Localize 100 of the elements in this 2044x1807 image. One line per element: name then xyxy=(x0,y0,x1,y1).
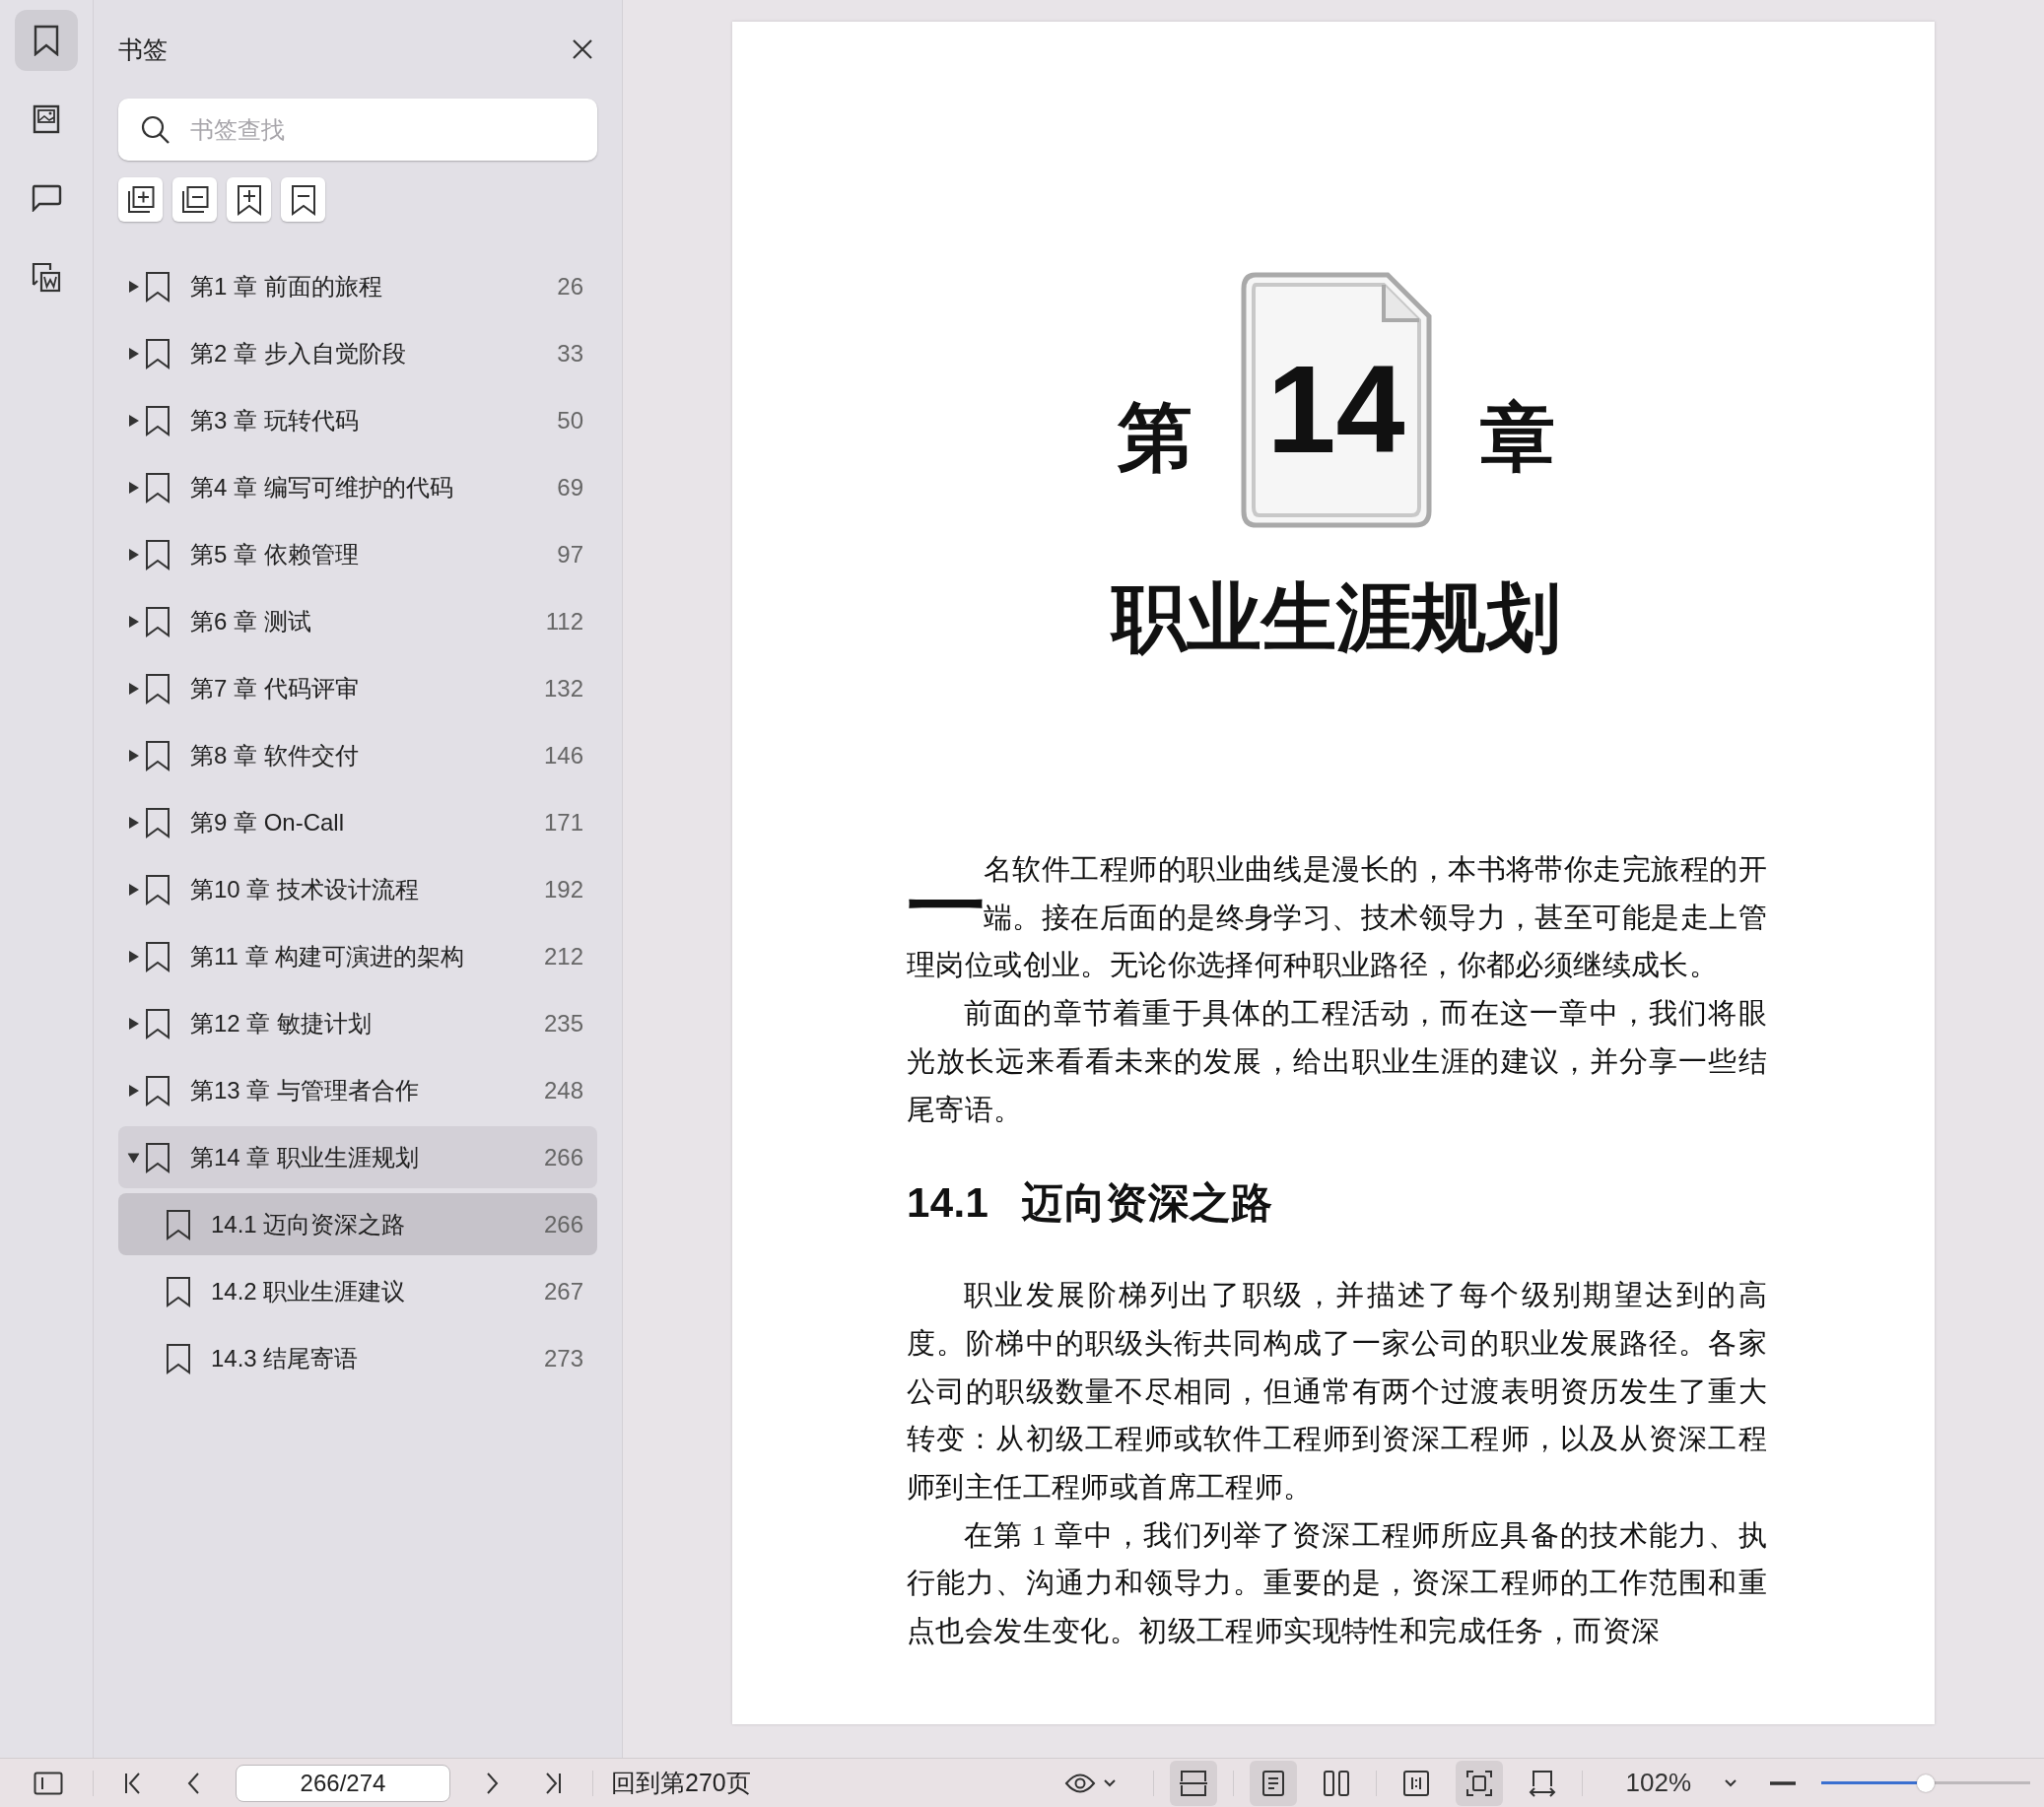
bookmark-label: 14.1 迈向资深之路 xyxy=(211,1209,407,1239)
triangle-icon[interactable] xyxy=(128,414,139,427)
bookmark-item[interactable]: 第13 章 与管理者合作 248 xyxy=(118,1059,597,1121)
search-icon xyxy=(140,114,171,146)
slider-thumb[interactable] xyxy=(1917,1774,1935,1792)
triangle-icon[interactable] xyxy=(128,682,139,695)
body-paragraph: 在第 1 章中，我们列举了资深工程师所应具备的技术能力、执行能力、沟通力和领导力。重要的是，资深工程师的工作范围和重点也会发生变化。初级工程师实现特性和完成任务，而资深 xyxy=(907,1517,1767,1649)
tool-button[interactable] xyxy=(281,177,325,222)
bookmark-label: 第4 章 编写可维护的代码 xyxy=(190,472,454,502)
chapter-label: 章 xyxy=(1479,394,1555,481)
chevron-right-icon xyxy=(486,1771,500,1795)
bookmark-label: 第10 章 技术设计流程 xyxy=(190,874,421,904)
chevron-left-icon xyxy=(186,1771,200,1795)
bookmark-icon xyxy=(145,739,170,771)
triangle-icon[interactable] xyxy=(128,347,139,360)
search-field[interactable]: 书签查找 xyxy=(118,99,597,161)
triangle-icon[interactable] xyxy=(128,548,139,561)
bookmark-label: 第2 章 步入自觉阶段 xyxy=(190,338,407,368)
stack-minus-icon xyxy=(179,184,210,215)
triangle-icon[interactable] xyxy=(128,1084,139,1097)
bookmark-item[interactable]: 第2 章 步入自觉阶段 33 xyxy=(118,322,597,384)
bookmark-item[interactable]: 第7 章 代码评审 132 xyxy=(118,657,597,719)
tool-button[interactable] xyxy=(172,177,217,222)
chapter-title: 职业生涯规划 xyxy=(1109,580,1562,655)
bookmark-label: 第7 章 代码评审 xyxy=(190,673,360,703)
bookmark-item[interactable]: 第1 章 前面的旅程 26 xyxy=(118,255,597,317)
page-number: 235 xyxy=(543,1009,583,1037)
triangle-icon[interactable] xyxy=(128,1017,139,1030)
bookmark-item[interactable]: 14.3 结尾寄语 273 xyxy=(118,1327,597,1389)
bookmark-icon xyxy=(166,1342,191,1374)
stack-plus-icon xyxy=(125,184,156,215)
image-icon xyxy=(33,104,60,134)
tool-button[interactable] xyxy=(227,177,271,222)
sidebar-tab[interactable] xyxy=(15,10,78,71)
two-page-icon xyxy=(1322,1769,1350,1797)
eye-icon xyxy=(1063,1772,1096,1794)
fit-page-icon xyxy=(1465,1769,1493,1797)
split-view-icon xyxy=(1401,1769,1430,1797)
view-button[interactable] xyxy=(1169,1760,1217,1806)
caret-icon xyxy=(1103,1778,1116,1787)
bookmark-item[interactable]: 第3 章 玩转代码 50 xyxy=(118,389,597,451)
triangle-icon[interactable] xyxy=(127,1152,140,1163)
page-number: 266 xyxy=(543,1143,583,1171)
triangle-icon[interactable] xyxy=(128,481,139,494)
bookmark-item[interactable]: 第8 章 软件交付 146 xyxy=(118,724,597,786)
document-icon xyxy=(1239,271,1433,529)
triangle-icon[interactable] xyxy=(128,883,139,896)
comment-icon xyxy=(31,184,62,212)
overlapping-pages-icon xyxy=(31,261,62,293)
page-number: 266 xyxy=(543,1210,583,1238)
bookmark-icon xyxy=(145,605,170,637)
bookmark-label: 第11 章 构建可演进的架构 xyxy=(190,941,466,971)
zoom-dropdown[interactable]: 102% xyxy=(1619,1764,1742,1802)
chapter-label: 第 xyxy=(1117,394,1192,481)
single-page-icon xyxy=(1260,1769,1285,1797)
triangle-icon[interactable] xyxy=(128,615,139,628)
triangle-icon[interactable] xyxy=(128,749,139,762)
bookmark-label: 14.3 结尾寄语 xyxy=(211,1343,360,1373)
bookmark-item[interactable]: 14.2 职业生涯建议 267 xyxy=(118,1260,597,1322)
go-to-page-link[interactable]: 回到第270页 xyxy=(601,1763,761,1803)
page-number: 212 xyxy=(543,942,583,970)
first-page-icon xyxy=(123,1771,143,1795)
bookmark-label: 第6 章 测试 xyxy=(190,606,312,636)
rotate-page-icon xyxy=(1527,1768,1557,1798)
bookmark-label: 第13 章 与管理者合作 xyxy=(190,1075,421,1105)
triangle-icon[interactable] xyxy=(128,950,139,963)
sidebar-icon xyxy=(34,1771,63,1795)
bookmark-plus-icon xyxy=(236,183,262,216)
view-button[interactable] xyxy=(1249,1760,1297,1806)
bookmark-icon xyxy=(145,471,170,503)
bookmark-item[interactable]: 第6 章 测试 112 xyxy=(118,590,597,652)
minus-icon xyxy=(1770,1780,1796,1785)
bookmark-item[interactable]: 第14 章 职业生涯规划 266 xyxy=(118,1126,597,1188)
bookmark-item[interactable]: 第4 章 编写可维护的代码 69 xyxy=(118,456,597,518)
page-number: 69 xyxy=(557,473,583,502)
page-number: 192 xyxy=(543,875,583,904)
bookmark-minus-icon xyxy=(290,183,316,216)
bookmark-icon xyxy=(145,337,170,369)
bookmark-icon xyxy=(145,873,170,905)
bookmark-label: 第5 章 依赖管理 xyxy=(190,539,360,569)
close-icon xyxy=(572,38,593,60)
bookmark-icon xyxy=(145,1007,170,1039)
triangle-icon[interactable] xyxy=(128,816,139,829)
bookmark-item[interactable]: 第12 章 敏捷计划 235 xyxy=(118,992,597,1054)
bookmark-item[interactable]: 第5 章 依赖管理 97 xyxy=(118,523,597,585)
bookmark-icon xyxy=(145,806,170,838)
body-paragraph: 前面的章节着重于具体的工程活动，而在这一章中，我们将眼光放长远来看看未来的发展，给出职业生涯的建议，并分享一些结尾寄语。 xyxy=(907,996,1767,1127)
bookmark-icon xyxy=(145,1141,170,1173)
triangle-icon[interactable] xyxy=(128,280,139,293)
page-number: 171 xyxy=(543,808,583,837)
bookmark-item[interactable]: 第10 章 技术设计流程 192 xyxy=(118,858,597,920)
bookmark-item[interactable]: 14.1 迈向资深之路 266 xyxy=(118,1193,597,1255)
tool-button[interactable] xyxy=(118,177,163,222)
bookmark-item[interactable]: 第11 章 构建可演进的架构 212 xyxy=(118,925,597,987)
fit-width-icon xyxy=(1179,1769,1207,1797)
page-number: 26 xyxy=(557,272,583,301)
view-button[interactable] xyxy=(1455,1760,1503,1806)
bookmark-icon xyxy=(145,538,170,570)
bookmark-item[interactable]: 第9 章 On-Call 171 xyxy=(118,791,597,853)
page-field[interactable]: 266/274 xyxy=(236,1764,450,1802)
